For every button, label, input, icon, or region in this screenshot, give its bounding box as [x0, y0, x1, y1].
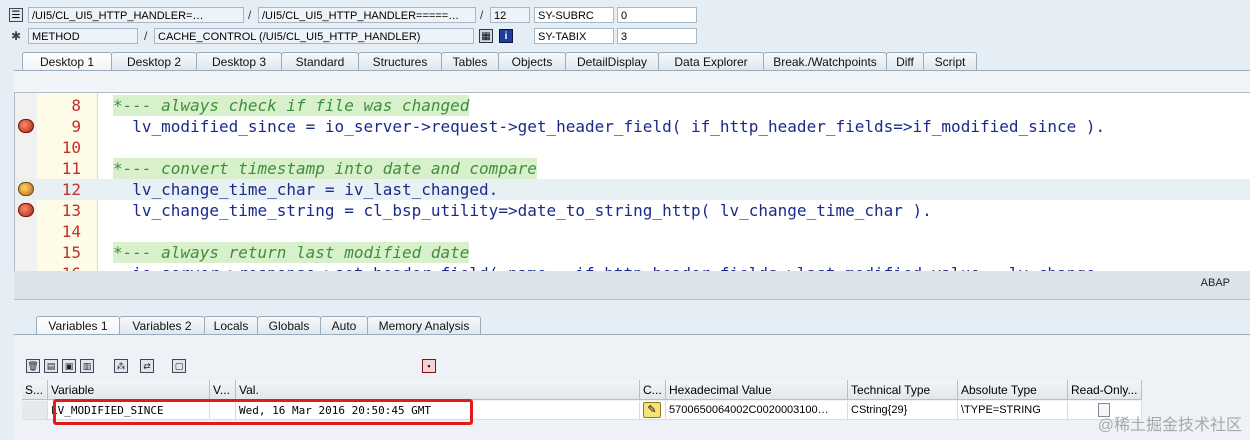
- tab-objects[interactable]: Objects: [498, 52, 566, 70]
- program-icon: ☰: [9, 8, 23, 22]
- grid-header-change[interactable]: C...: [640, 380, 666, 400]
- highlight-box: [53, 399, 473, 425]
- tab-structures[interactable]: Structures: [358, 52, 442, 70]
- grid-header-variable[interactable]: Variable: [48, 380, 210, 400]
- grid-header-status[interactable]: S...: [22, 380, 48, 400]
- tab-auto[interactable]: Auto: [320, 316, 368, 334]
- save-icon[interactable]: ▪: [422, 359, 436, 373]
- tab-memory-analysis[interactable]: Memory Analysis: [367, 316, 481, 334]
- code-comment: *--- always check if file was changed: [113, 95, 470, 116]
- grid-header-hex[interactable]: Hexadecimal Value: [666, 380, 848, 400]
- tab-script[interactable]: Script: [923, 52, 977, 70]
- program-field[interactable]: /UI5/CL_UI5_HTTP_HANDLER=…: [28, 7, 244, 23]
- tab-globals[interactable]: Globals: [257, 316, 321, 334]
- code-line[interactable]: 15 *--- always return last modified date: [15, 242, 1250, 263]
- line-number: 10: [61, 138, 81, 157]
- line-number: 14: [61, 222, 81, 241]
- line-number: 15: [61, 243, 81, 262]
- code-line[interactable]: 10: [15, 137, 1250, 158]
- breakpoint-icon[interactable]: [18, 182, 34, 196]
- line-number: 9: [71, 117, 81, 136]
- code-line[interactable]: 11 *--- convert timestamp into date and c…: [15, 158, 1250, 179]
- code-text: lv_change_time_char = iv_last_changed.: [113, 180, 499, 199]
- tab-diff[interactable]: Diff: [886, 52, 924, 70]
- grid-header-v[interactable]: V...: [210, 380, 236, 400]
- grid-header-value[interactable]: Val.: [236, 380, 640, 400]
- row-selector[interactable]: [22, 401, 48, 420]
- tab-standard[interactable]: Standard: [281, 52, 359, 70]
- change-cell[interactable]: ✎: [640, 401, 666, 420]
- watermark: @稀土掘金技术社区: [1097, 417, 1242, 434]
- tab-break-watchpoints[interactable]: Break./Watchpoints: [763, 52, 887, 70]
- import-icon[interactable]: ▤: [44, 359, 58, 373]
- save-list-icon[interactable]: ▣: [62, 359, 76, 373]
- load-list-icon[interactable]: ▥: [80, 359, 94, 373]
- code-text: lv_modified_since = io_server->request->…: [113, 117, 1106, 136]
- sysvar-value-field-2[interactable]: 3: [617, 28, 697, 44]
- folder-icon[interactable]: ▢: [172, 359, 186, 373]
- breakpoint-icon[interactable]: [18, 203, 34, 217]
- code-comment: *--- convert timestamp into date and com…: [113, 158, 537, 179]
- tab-tables[interactable]: Tables: [441, 52, 499, 70]
- line-number: 13: [61, 201, 81, 220]
- sysvar-value-field[interactable]: 0: [617, 7, 697, 23]
- tab-desktop-3[interactable]: Desktop 3: [196, 52, 282, 70]
- include-field[interactable]: /UI5/CL_UI5_HTTP_HANDLER=====…: [258, 7, 476, 23]
- tab-detaildisplay[interactable]: DetailDisplay: [565, 52, 659, 70]
- method-icon: ✱: [10, 29, 22, 43]
- transfer-icon[interactable]: ⇄: [140, 359, 154, 373]
- display-icon[interactable]: ▦: [479, 29, 493, 43]
- variables-panel: S... Variable V... Val. C... Hexadecimal…: [14, 334, 1250, 440]
- line-field[interactable]: 12: [490, 7, 530, 23]
- tab-data-explorer[interactable]: Data Explorer: [658, 52, 764, 70]
- separator: /: [144, 29, 148, 43]
- absolute-type-cell[interactable]: \TYPE=STRING: [958, 401, 1068, 420]
- tab-desktop-2[interactable]: Desktop 2: [111, 52, 197, 70]
- variable-tabbar: Variables 1 Variables 2 Locals Globals Auto M…: [36, 316, 481, 334]
- code-line[interactable]: 9 lv_modified_since = io_server->request…: [15, 116, 1250, 137]
- code-text: lv_change_time_string = cl_bsp_utility=>…: [113, 201, 932, 220]
- info-icon[interactable]: i: [499, 29, 513, 43]
- language-label: ABAP: [1200, 277, 1230, 289]
- pencil-icon[interactable]: ✎: [643, 402, 661, 418]
- technical-type-cell[interactable]: CString{29}: [848, 401, 958, 420]
- code-line[interactable]: 14: [15, 221, 1250, 242]
- sysvar-name-field[interactable]: SY-SUBRC: [534, 7, 614, 23]
- line-number: 12: [61, 180, 81, 199]
- tab-variables-2[interactable]: Variables 2: [119, 316, 205, 334]
- hex-value-cell[interactable]: 5700650064002C0020003100…: [666, 401, 848, 420]
- tab-locals[interactable]: Locals: [204, 316, 258, 334]
- grid-header-technical-type[interactable]: Technical Type: [848, 380, 958, 400]
- tab-desktop-1[interactable]: Desktop 1: [22, 52, 112, 70]
- code-line[interactable]: 13 lv_change_time_string = cl_bsp_utilit…: [15, 200, 1250, 221]
- desktop-tabbar: Desktop 1 Desktop 2 Desktop 3 Standard Struc…: [22, 52, 977, 70]
- grid-header-absolute-type[interactable]: Absolute Type: [958, 380, 1068, 400]
- delete-icon[interactable]: 🗑: [26, 359, 40, 373]
- separator: /: [248, 8, 252, 22]
- event-name-field[interactable]: CACHE_CONTROL (/UI5/CL_UI5_HTTP_HANDLER): [154, 28, 474, 44]
- desktop-panel: [14, 70, 1250, 93]
- code-comment: *--- always return last modified date: [113, 242, 470, 263]
- tab-variables-1[interactable]: Variables 1: [36, 316, 120, 334]
- code-line[interactable]: 8 *--- always check if file was changed: [15, 95, 1250, 116]
- tree-icon[interactable]: ⁂: [114, 359, 128, 373]
- event-type-field[interactable]: METHOD: [28, 28, 138, 44]
- sysvar-name-field-2[interactable]: SY-TABIX: [534, 28, 614, 44]
- breakpoint-icon[interactable]: [18, 119, 34, 133]
- editor-status-strip: ABAP: [14, 271, 1250, 300]
- grid-header-read-only[interactable]: Read-Only...: [1068, 380, 1142, 400]
- separator: /: [480, 8, 484, 22]
- line-number: 11: [61, 159, 81, 178]
- code-line[interactable]: 12 lv_change_time_char = iv_last_changed…: [15, 179, 1250, 200]
- code-editor[interactable]: 8 *--- always check if file was changed 9 …: [14, 92, 1250, 273]
- line-number: 8: [71, 96, 81, 115]
